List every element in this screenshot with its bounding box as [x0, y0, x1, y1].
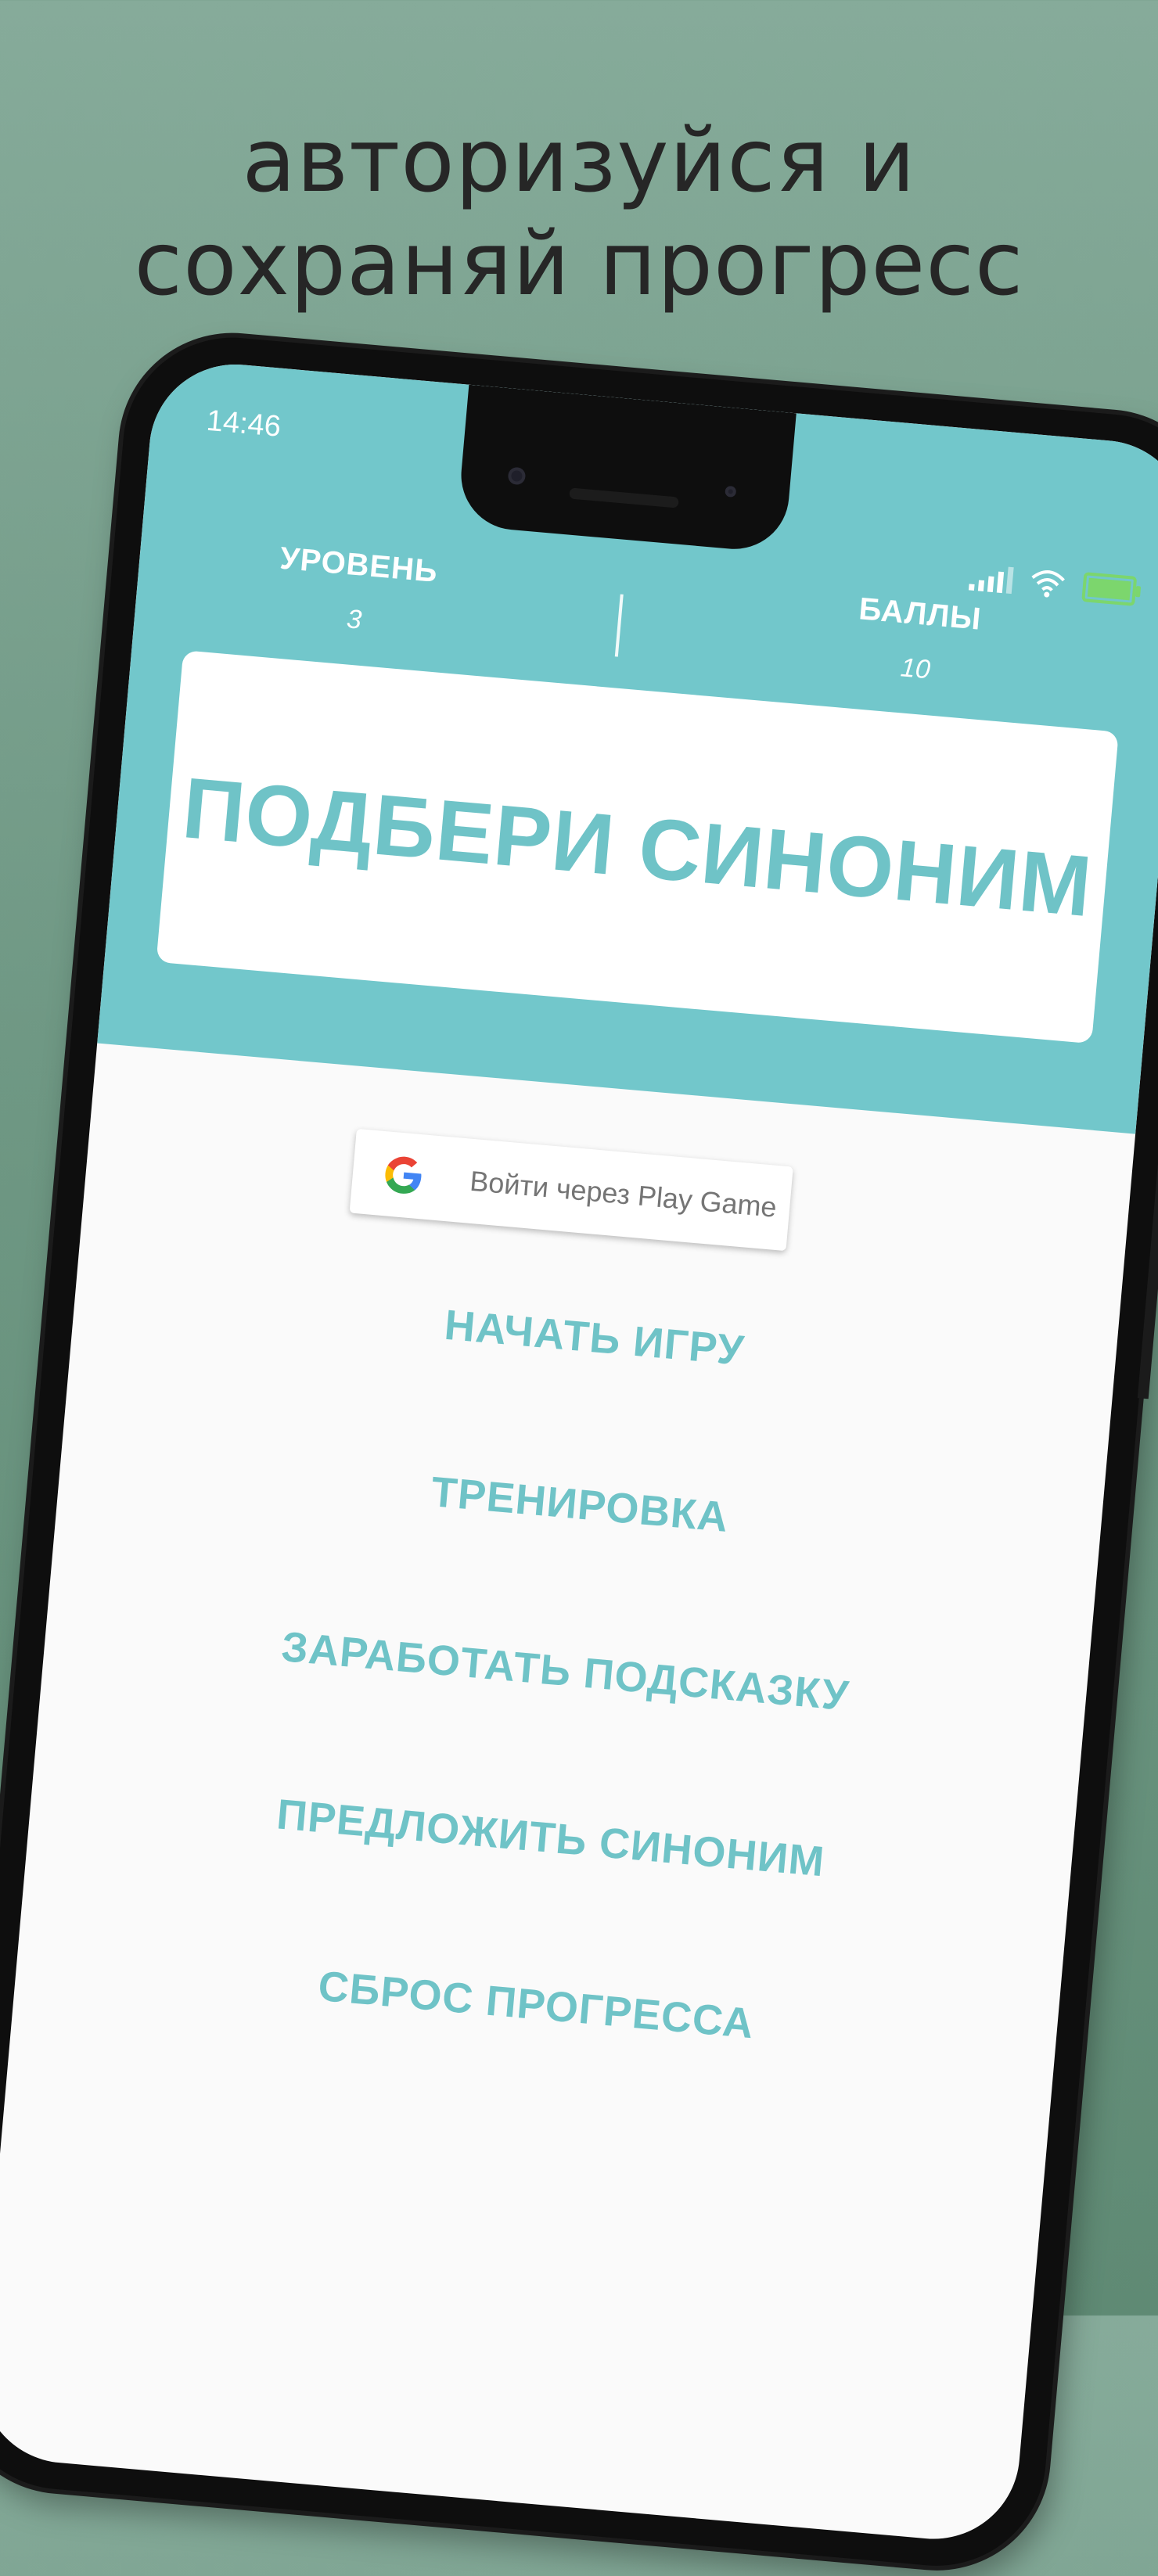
signal-icon	[968, 563, 1014, 595]
main-menu: НАЧАТЬ ИГРУ ТРЕНИРОВКА ЗАРАБОТАТЬ ПОДСКА…	[5, 1253, 1117, 2178]
phone-screen: 14:46 УРОВЕНЬ 3 БАЛЛЫ 10 ПОДБЕРИ СИНОНИМ…	[0, 357, 1158, 2546]
wifi-icon	[1031, 570, 1065, 598]
google-signin-label: Войти через Play Game	[468, 1164, 779, 1223]
google-g-icon	[385, 1156, 422, 1194]
app-title: ПОДБЕРИ СИНОНИМ	[178, 759, 1096, 935]
phone-mockup: 14:46 УРОВЕНЬ 3 БАЛЛЫ 10 ПОДБЕРИ СИНОНИМ…	[0, 329, 1158, 2575]
earpiece-speaker	[569, 487, 679, 508]
camera-notch	[456, 384, 797, 554]
promo-headline: авторизуйся и сохраняй прогресс	[0, 110, 1158, 316]
front-camera-icon	[507, 466, 527, 486]
sensor-icon	[725, 485, 737, 498]
headline-line-2: сохраняй прогресс	[134, 214, 1024, 315]
google-signin-button[interactable]: Войти через Play Game	[349, 1128, 793, 1252]
battery-charging-icon	[1081, 572, 1138, 606]
status-time: 14:46	[205, 404, 282, 444]
headline-line-1: авторизуйся и	[242, 110, 916, 212]
